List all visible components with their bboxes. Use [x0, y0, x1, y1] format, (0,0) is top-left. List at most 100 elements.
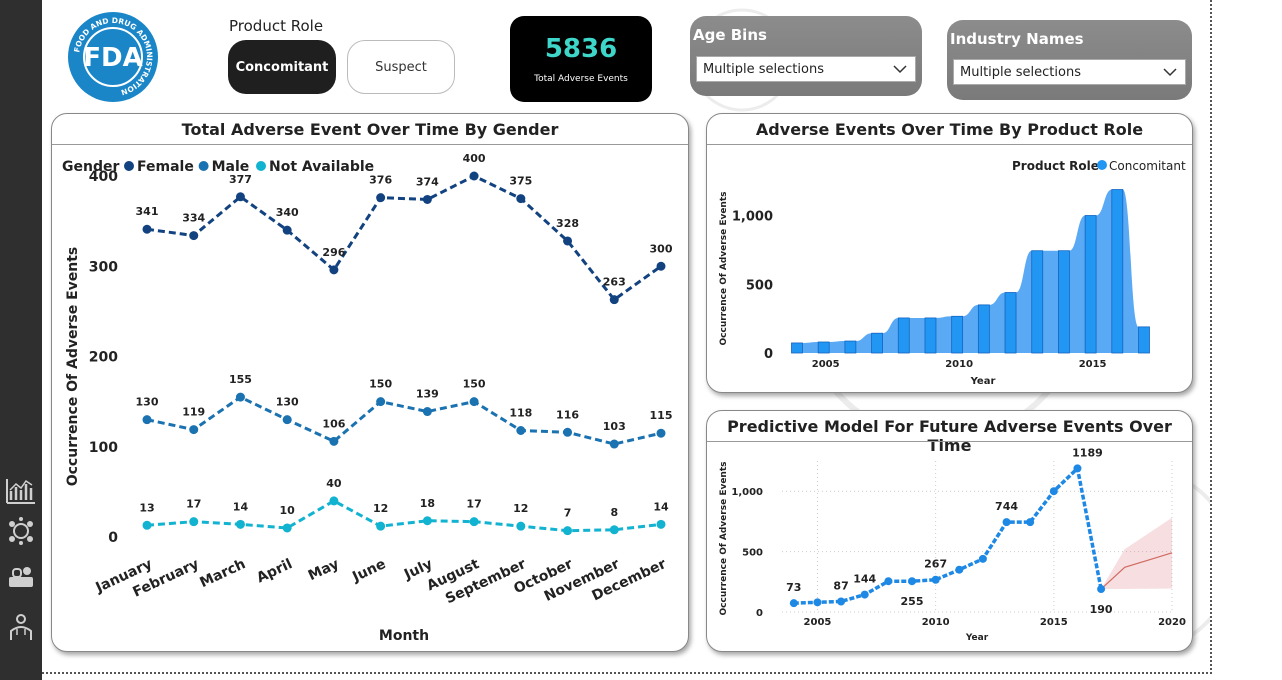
- data-point: [609, 295, 619, 305]
- data-label: 1189: [1072, 446, 1103, 459]
- product-role-chart-title: Adverse Events Over Time By Product Role: [755, 120, 1144, 139]
- industry-names-value: Multiple selections: [960, 64, 1081, 80]
- data-label: 255: [901, 595, 924, 608]
- data-label: 118: [509, 407, 532, 420]
- data-label: 40: [326, 477, 342, 490]
- data-point: [422, 194, 432, 204]
- data-label: 190: [1090, 603, 1113, 616]
- data-label: 119: [182, 406, 205, 419]
- data-label: 267: [924, 558, 947, 571]
- legend-marker: [198, 161, 209, 171]
- x-tick-label: May: [306, 556, 342, 584]
- forecast-band: [1101, 517, 1172, 590]
- gender-chart-title: Total Adverse Event Over Time By Gender: [181, 120, 559, 139]
- data-point: [469, 397, 479, 407]
- suspect-button[interactable]: Suspect: [347, 40, 455, 94]
- svg-text:FDA: FDA: [83, 43, 142, 73]
- data-point: [329, 436, 339, 446]
- industry-names-slicer: Industry Names Multiple selections: [947, 20, 1192, 100]
- data-label: 14: [233, 500, 249, 513]
- data-label: 130: [136, 396, 159, 409]
- data-point: [469, 171, 479, 181]
- predictive-line-chart: 73 87 144 255 267 744 1189 190 0 500 1,000Occurren…: [719, 446, 1186, 643]
- data-label: 10: [280, 504, 296, 517]
- product-role-chart-panel: Adverse Events Over Time By Product Role…: [706, 113, 1193, 393]
- series-line: [146, 499, 662, 533]
- data-label: 150: [369, 378, 392, 391]
- y-tick-label: 1,000: [731, 487, 763, 498]
- data-label: 12: [513, 502, 528, 515]
- product-role-bar-chart: Product Role Concomitant 0 500 1,000Occurren…: [719, 159, 1186, 387]
- data-label: 115: [650, 409, 673, 422]
- data-label: 376: [369, 174, 392, 187]
- bar: [871, 332, 883, 354]
- bar: [1004, 292, 1017, 354]
- data-label: 375: [509, 175, 532, 188]
- series-line: [146, 395, 662, 446]
- data-point: [656, 428, 666, 438]
- data-label: 300: [650, 242, 673, 255]
- x-tick-label: 2015: [1040, 617, 1068, 628]
- y-axis-label: Occurrence Of Adverse Events: [719, 462, 729, 616]
- chevron-down-icon: [1163, 68, 1177, 77]
- data-point: [656, 519, 666, 529]
- y-tick-label: 200: [89, 350, 118, 366]
- age-bins-title: Age Bins: [693, 26, 767, 44]
- bar: [791, 342, 803, 354]
- x-tick-label: 2005: [804, 617, 832, 628]
- data-label: 18: [420, 497, 435, 510]
- data-label: 374: [416, 175, 439, 188]
- data-point: [235, 392, 245, 402]
- industry-names-dropdown[interactable]: Multiple selections: [953, 59, 1186, 85]
- data-label: 334: [182, 212, 205, 225]
- fda-logo: FOOD AND DRUG ADMINISTRATION FDA: [64, 8, 162, 106]
- age-bins-dropdown[interactable]: Multiple selections: [696, 56, 916, 82]
- data-label: 328: [556, 217, 579, 230]
- virus-icon[interactable]: [4, 516, 38, 546]
- data-label: 744: [995, 500, 1018, 513]
- x-tick-label: April: [254, 556, 295, 586]
- y-tick-label: 500: [746, 278, 773, 293]
- x-tick-label: 2015: [1079, 359, 1107, 370]
- data-point: [329, 265, 339, 275]
- data-point: [978, 554, 987, 563]
- x-axis-label: Year: [970, 376, 996, 387]
- data-label: 17: [466, 498, 481, 511]
- data-label: 17: [186, 498, 201, 511]
- data-point: [376, 521, 386, 531]
- kpi-value: 5836: [544, 34, 618, 64]
- data-point: [955, 565, 964, 574]
- data-point: [516, 521, 526, 531]
- medicine-icon[interactable]: [4, 563, 38, 593]
- x-tick-label: 2010: [922, 617, 950, 628]
- doctor-icon[interactable]: [4, 612, 38, 642]
- industry-names-title: Industry Names: [950, 30, 1084, 48]
- data-label: 263: [603, 276, 626, 289]
- sidebar: [0, 0, 42, 680]
- series-line: [146, 174, 662, 302]
- data-point: [282, 523, 292, 533]
- x-tick-label: 2005: [812, 359, 840, 370]
- line-chart-icon[interactable]: [4, 476, 38, 506]
- data-point: [329, 496, 339, 506]
- y-axis-label: Occurrence Of Adverse Events: [65, 247, 81, 487]
- data-label: 103: [603, 420, 626, 433]
- bar: [1058, 250, 1070, 354]
- data-point: [1049, 487, 1058, 496]
- predictive-chart-panel: Predictive Model For Future Adverse Even…: [706, 410, 1193, 652]
- data-label: 341: [136, 205, 159, 218]
- data-point: [563, 427, 573, 437]
- concomitant-button[interactable]: Concomitant: [228, 40, 336, 94]
- data-label: 296: [322, 246, 345, 259]
- data-label: 130: [276, 396, 299, 409]
- data-point: [376, 193, 386, 203]
- y-tick-label: 0: [764, 347, 773, 362]
- data-point: [189, 231, 199, 241]
- x-tick-label: 2020: [1158, 617, 1186, 628]
- data-label: 12: [373, 502, 388, 515]
- legend-marker: [1097, 160, 1107, 170]
- data-point: [837, 597, 846, 606]
- product-role-label: Product Role: [229, 17, 324, 35]
- data-point: [235, 192, 245, 202]
- data-label: 144: [853, 573, 876, 586]
